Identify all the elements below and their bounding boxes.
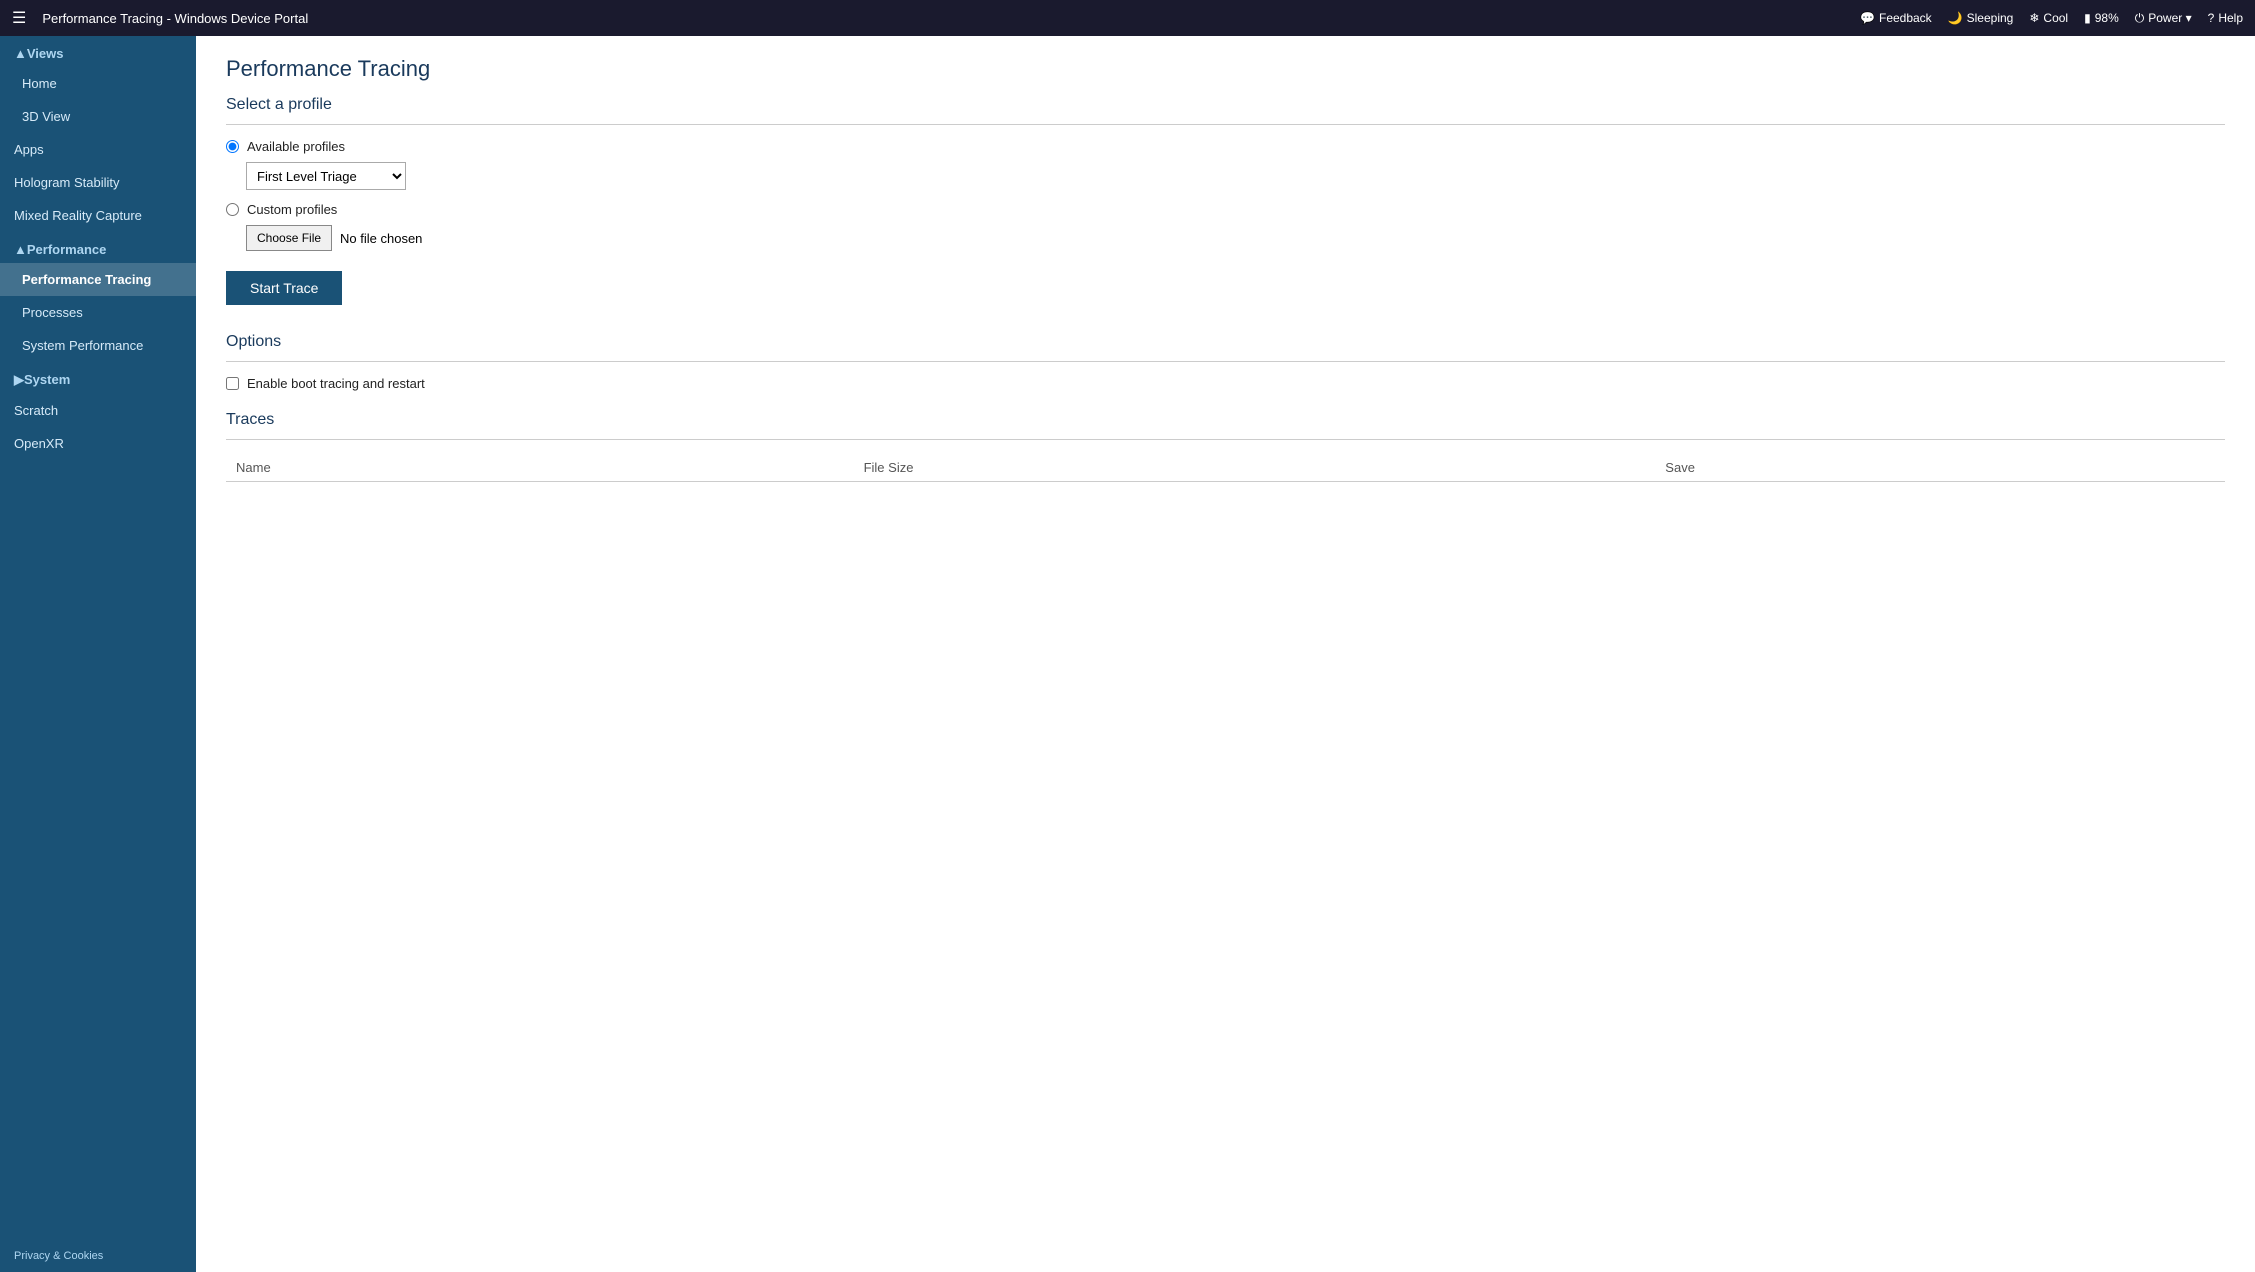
temp-label: Cool — [2043, 11, 2068, 25]
sidebar-section-system[interactable]: ▶System — [0, 362, 196, 394]
available-profiles-radio-label[interactable]: Available profiles — [226, 139, 2225, 154]
titlebar: ☰ Performance Tracing - Windows Device P… — [0, 0, 2255, 36]
sleeping-label: Sleeping — [1967, 11, 2014, 25]
feedback-icon: 💬 — [1860, 11, 1875, 25]
sidebar-item-mrc[interactable]: Mixed Reality Capture — [0, 199, 196, 232]
sleeping-status: 🌙 Sleeping — [1948, 11, 2014, 25]
sidebar-section-performance[interactable]: ▲Performance — [0, 232, 196, 263]
page-title: Performance Tracing — [226, 56, 2225, 82]
traces-col-name: Name — [226, 454, 854, 482]
enable-boot-tracing-label[interactable]: Enable boot tracing and restart — [226, 376, 2225, 391]
power-label: Power ▾ — [2148, 11, 2191, 25]
available-profiles-label: Available profiles — [247, 139, 345, 154]
sidebar: ◀ ▲Views Home 3D View Apps Hologram Stab… — [0, 36, 196, 1272]
sidebar-item-system-performance[interactable]: System Performance — [0, 329, 196, 362]
traces-section: Traces Name File Size Save — [226, 411, 2225, 482]
power-icon: ⏻ — [2135, 11, 2145, 26]
start-trace-button[interactable]: Start Trace — [226, 271, 342, 305]
help-button[interactable]: ? Help — [2208, 11, 2243, 25]
feedback-label: Feedback — [1879, 11, 1932, 25]
traces-header-row: Name File Size Save — [226, 454, 2225, 482]
traces-heading: Traces — [226, 411, 2225, 429]
select-profile-heading: Select a profile — [226, 96, 2225, 114]
toolbar: 💬 Feedback 🌙 Sleeping ❄ Cool ▮ 98% ⏻ Pow… — [1860, 11, 2243, 26]
main-layout: ◀ ▲Views Home 3D View Apps Hologram Stab… — [0, 36, 2255, 1272]
sidebar-item-perf-tracing[interactable]: Performance Tracing — [0, 263, 196, 296]
temp-icon: ❄ — [2029, 11, 2039, 25]
traces-col-filesize: File Size — [854, 454, 1656, 482]
help-icon: ? — [2208, 11, 2215, 25]
window-title: Performance Tracing - Windows Device Por… — [42, 11, 1852, 26]
select-profile-section: Select a profile Available profiles Firs… — [226, 96, 2225, 329]
content-area: Performance Tracing Select a profile Ava… — [196, 36, 2255, 1272]
battery-icon: ▮ — [2084, 11, 2091, 25]
custom-profiles-label: Custom profiles — [247, 202, 337, 217]
traces-table: Name File Size Save — [226, 454, 2225, 482]
sidebar-item-processes[interactable]: Processes — [0, 296, 196, 329]
battery-status: ▮ 98% — [2084, 11, 2119, 25]
sidebar-item-3dview[interactable]: 3D View — [0, 100, 196, 133]
file-choose-row: Choose File No file chosen — [246, 225, 2225, 251]
battery-label: 98% — [2095, 11, 2119, 25]
sidebar-item-home[interactable]: Home — [0, 67, 196, 100]
custom-profiles-radio-label[interactable]: Custom profiles — [226, 202, 2225, 217]
temp-status: ❄ Cool — [2029, 11, 2068, 25]
power-button[interactable]: ⏻ Power ▾ — [2135, 11, 2192, 26]
traces-divider — [226, 439, 2225, 440]
menu-icon[interactable]: ☰ — [12, 8, 26, 28]
options-section: Options Enable boot tracing and restart — [226, 333, 2225, 391]
profile-select-row: First Level Triage Basic Full Custom — [246, 162, 2225, 190]
privacy-cookies-link[interactable]: Privacy & Cookies — [0, 1240, 196, 1272]
sidebar-item-openxr[interactable]: OpenXR — [0, 427, 196, 460]
traces-table-header: Name File Size Save — [226, 454, 2225, 482]
traces-col-save: Save — [1655, 454, 2225, 482]
sidebar-item-apps[interactable]: Apps — [0, 133, 196, 166]
sidebar-item-hologram[interactable]: Hologram Stability — [0, 166, 196, 199]
no-file-chosen-label: No file chosen — [340, 231, 422, 246]
enable-boot-tracing-checkbox[interactable] — [226, 377, 239, 390]
sidebar-section-views[interactable]: ▲Views — [0, 36, 196, 67]
available-profiles-radio[interactable] — [226, 140, 239, 153]
choose-file-button[interactable]: Choose File — [246, 225, 332, 251]
feedback-button[interactable]: 💬 Feedback — [1860, 11, 1932, 25]
options-heading: Options — [226, 333, 2225, 351]
options-divider — [226, 361, 2225, 362]
profile-divider — [226, 124, 2225, 125]
help-label: Help — [2218, 11, 2243, 25]
profile-dropdown[interactable]: First Level Triage Basic Full Custom — [246, 162, 406, 190]
enable-boot-tracing-text: Enable boot tracing and restart — [247, 376, 425, 391]
sidebar-item-scratch[interactable]: Scratch — [0, 394, 196, 427]
custom-profiles-radio[interactable] — [226, 203, 239, 216]
sleeping-icon: 🌙 — [1948, 11, 1963, 25]
